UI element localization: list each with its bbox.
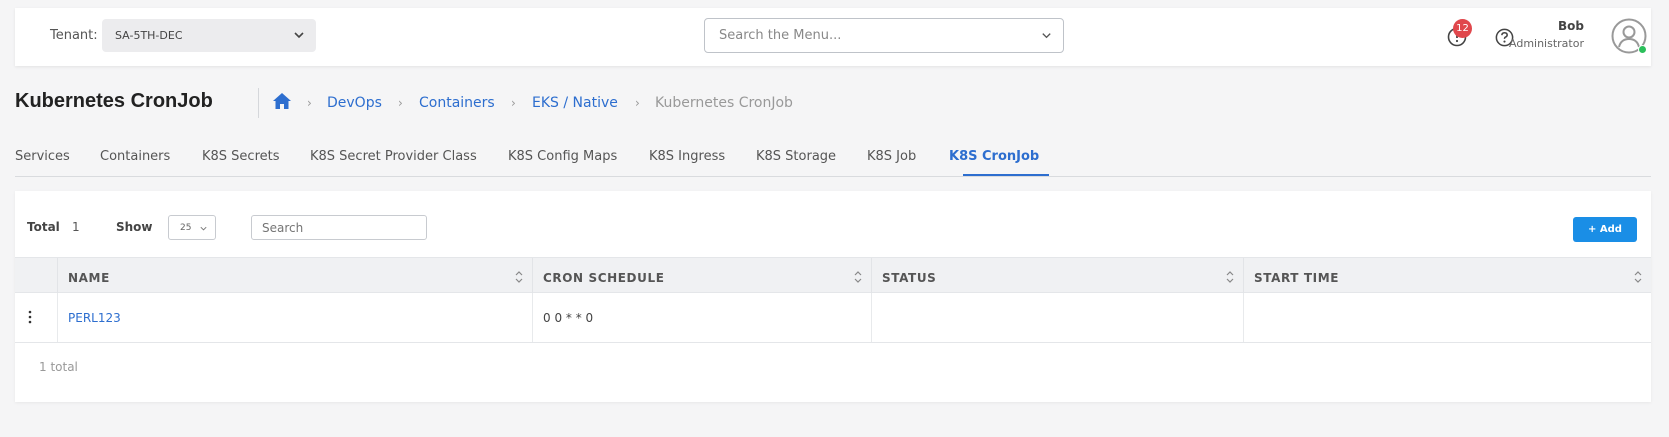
tenant-select[interactable]: SA-5TH-DEC <box>102 19 316 52</box>
total-value: 1 <box>72 220 80 234</box>
tab-k8s-ingress[interactable]: K8S Ingress <box>649 149 725 164</box>
tenant-label: Tenant: <box>50 28 98 43</box>
online-status-dot <box>1638 45 1647 54</box>
cell-name[interactable]: PERL123 <box>57 293 532 342</box>
tab-bar: Services Containers K8S Secrets K8S Secr… <box>15 137 1651 177</box>
chevron-down-icon <box>200 226 207 231</box>
show-label: Show <box>116 220 153 234</box>
tab-k8s-cronjob[interactable]: K8S CronJob <box>949 149 1039 164</box>
table-footer-total: 1 total <box>39 360 78 374</box>
sort-icon[interactable] <box>853 270 863 284</box>
total-label: Total <box>27 220 60 234</box>
breadcrumb-separator: › <box>511 96 516 110</box>
column-header-label: START TIME <box>1254 271 1340 285</box>
tab-containers[interactable]: Containers <box>100 149 170 164</box>
menu-search-placeholder: Search the Menu... <box>719 28 842 43</box>
add-button[interactable]: + Add <box>1573 217 1637 242</box>
search-input[interactable] <box>251 215 427 240</box>
sort-icon[interactable] <box>1633 270 1643 284</box>
actions-column-header <box>15 258 57 294</box>
breadcrumb-devops[interactable]: DevOps <box>327 95 382 111</box>
breadcrumb-containers[interactable]: Containers <box>419 95 495 111</box>
breadcrumb-separator: › <box>307 96 312 110</box>
top-bar: Tenant: SA-5TH-DEC Search the Menu... 12… <box>15 8 1651 66</box>
column-header-label: NAME <box>68 271 110 285</box>
page-size-select[interactable]: 25 <box>168 215 216 240</box>
column-header-label: STATUS <box>882 271 937 285</box>
tab-k8s-secret-provider-class[interactable]: K8S Secret Provider Class <box>310 149 477 164</box>
user-name: Bob <box>1558 19 1584 33</box>
page-title: Kubernetes CronJob <box>15 90 213 112</box>
tab-k8s-storage[interactable]: K8S Storage <box>756 149 836 164</box>
notification-badge: 12 <box>1453 19 1472 38</box>
table-header: NAME CRON SCHEDULE STATUS START TIME <box>15 257 1651 294</box>
chevron-down-icon <box>1042 33 1051 39</box>
column-header-start-time[interactable]: START TIME <box>1243 258 1651 294</box>
breadcrumb-separator: › <box>398 96 403 110</box>
title-divider <box>258 88 259 118</box>
column-header-label: CRON SCHEDULE <box>543 271 665 285</box>
tenant-select-value: SA-5TH-DEC <box>115 29 183 42</box>
cronjob-list-card: Total 1 Show 25 + Add NAME CRON SCHEDULE… <box>15 191 1651 402</box>
column-header-status[interactable]: STATUS <box>871 258 1243 294</box>
cell-cron-schedule: 0 0 * * 0 <box>532 293 871 342</box>
page-size-value: 25 <box>180 223 192 233</box>
breadcrumb-current: Kubernetes CronJob <box>655 95 793 111</box>
row-actions-cell <box>15 293 57 342</box>
cell-start-time <box>1243 293 1651 342</box>
tab-k8s-secrets[interactable]: K8S Secrets <box>202 149 280 164</box>
breadcrumb-separator: › <box>635 96 640 110</box>
tab-services[interactable]: Services <box>15 149 70 164</box>
active-tab-indicator <box>963 174 1049 176</box>
user-role: Administrator <box>1509 37 1584 50</box>
menu-search-input[interactable]: Search the Menu... <box>704 18 1064 53</box>
home-icon[interactable] <box>272 92 292 110</box>
tab-k8s-config-maps[interactable]: K8S Config Maps <box>508 149 617 164</box>
breadcrumb-eks-native[interactable]: EKS / Native <box>532 95 618 111</box>
column-header-name[interactable]: NAME <box>57 258 532 294</box>
kebab-menu-icon[interactable] <box>27 309 33 325</box>
sort-icon[interactable] <box>1225 270 1235 284</box>
table-row: PERL123 0 0 * * 0 <box>15 293 1651 343</box>
chevron-down-icon <box>294 32 304 39</box>
cell-status <box>871 293 1243 342</box>
sort-icon[interactable] <box>514 270 524 284</box>
tab-k8s-job[interactable]: K8S Job <box>867 149 916 164</box>
column-header-cron-schedule[interactable]: CRON SCHEDULE <box>532 258 871 294</box>
